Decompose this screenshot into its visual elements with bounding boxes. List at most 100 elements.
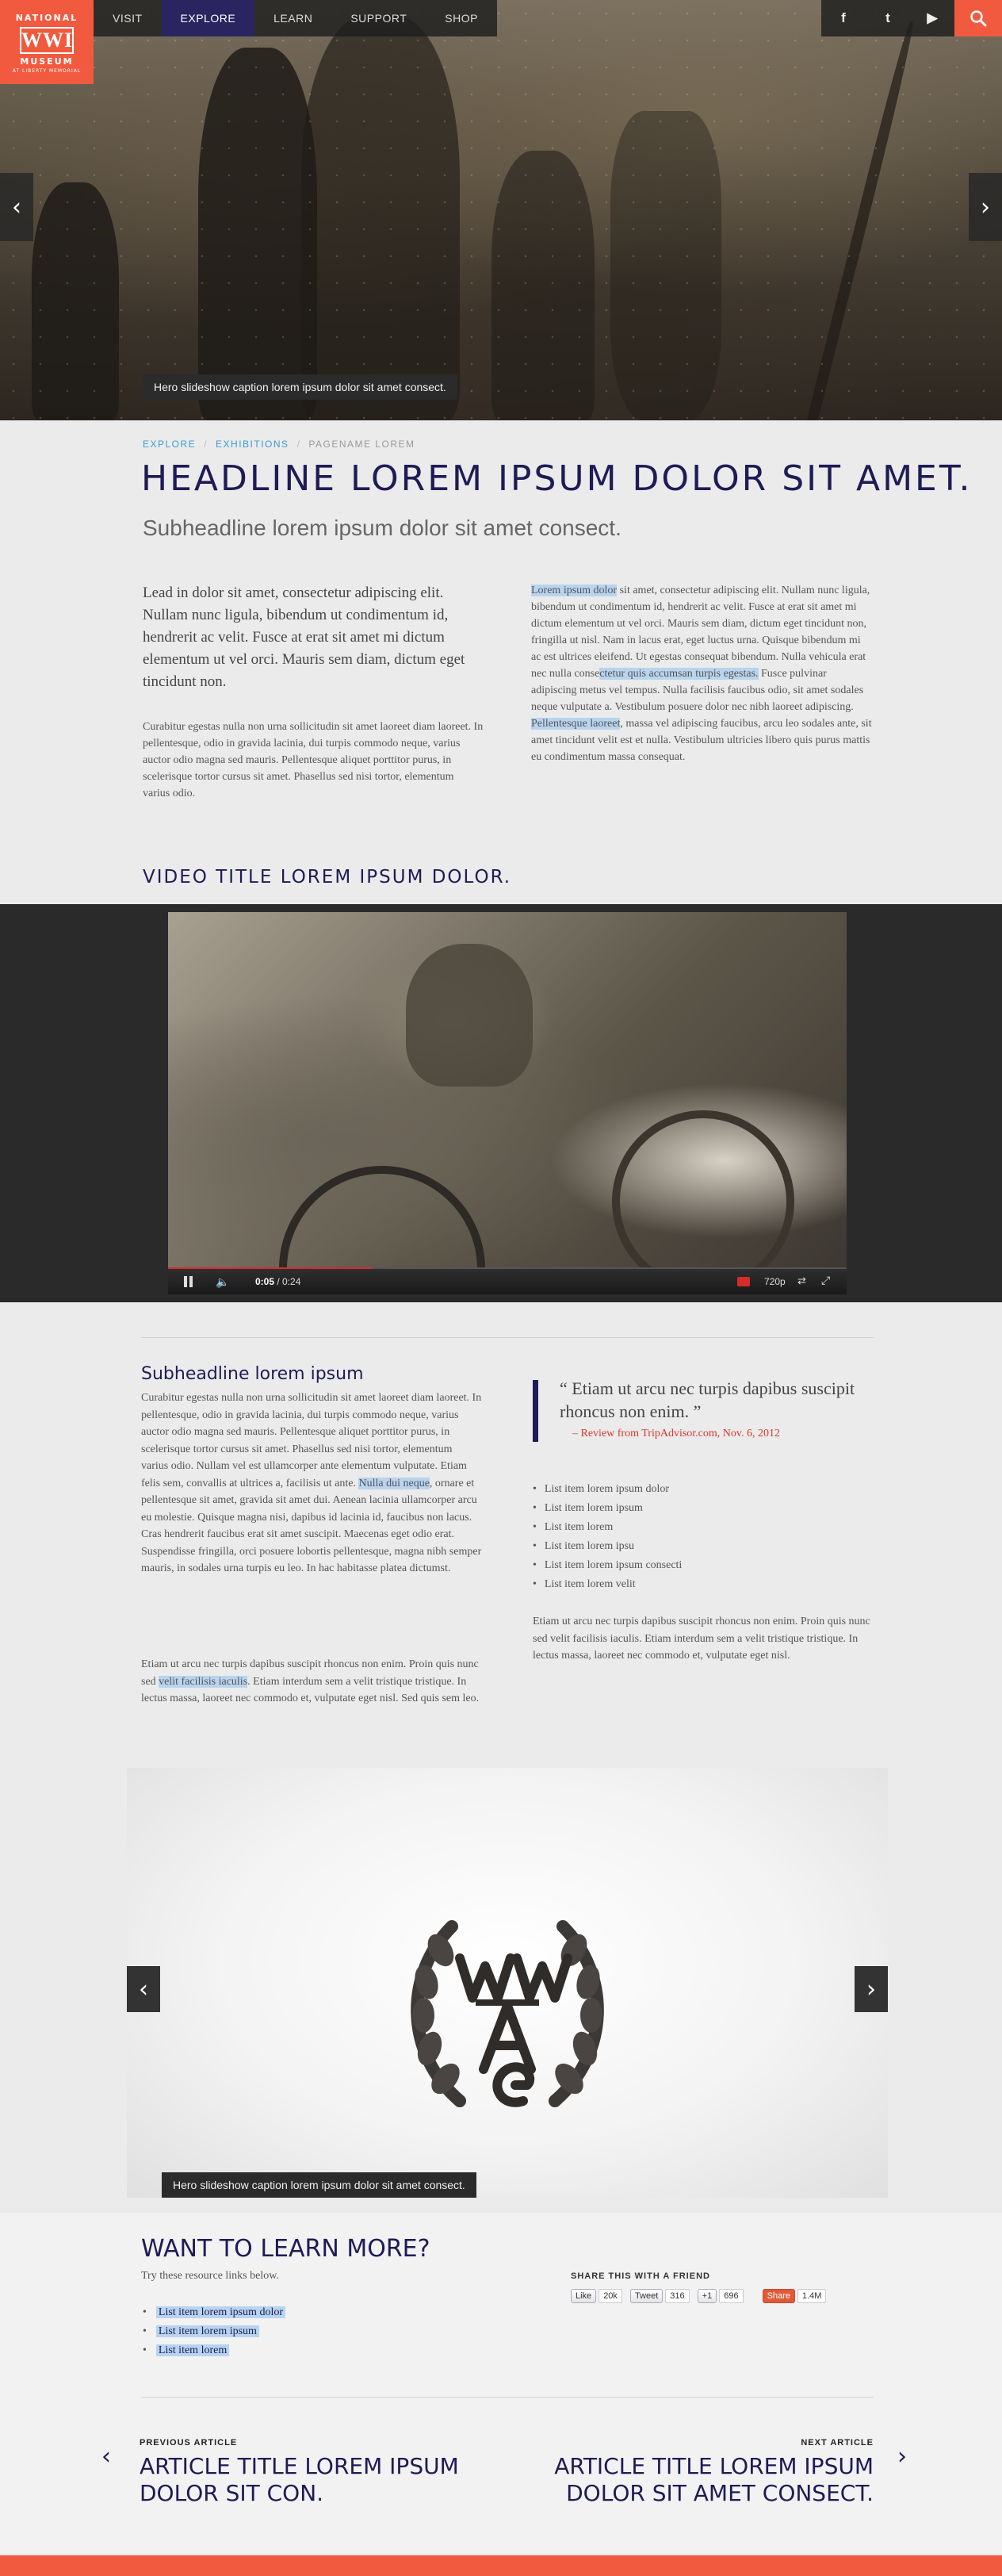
- share-button[interactable]: Share: [762, 2289, 795, 2303]
- next-article-label: NEXT ARTICLE: [801, 2438, 874, 2448]
- nav-item-explore[interactable]: EXPLORE: [161, 0, 255, 36]
- chevron-left-icon: ‹: [12, 193, 21, 221]
- breadcrumb-current: PAGENAME LOREM: [308, 439, 415, 450]
- fullscreen-icon[interactable]: ⤢: [821, 1274, 830, 1287]
- tweet-count: 316: [665, 2289, 690, 2303]
- logo-line: WWI: [20, 27, 74, 54]
- divider: [141, 2397, 874, 2398]
- gallery-next-button[interactable]: ›: [855, 1966, 888, 2012]
- twitter-tweet: Tweet 316: [629, 2289, 690, 2303]
- tweet-button[interactable]: Tweet: [629, 2289, 664, 2303]
- share-count: 1.4M: [797, 2289, 827, 2303]
- logo-line: NATIONAL: [15, 13, 78, 23]
- learn-more-title: WANT TO LEARN MORE?: [141, 2235, 430, 2263]
- previous-article-link[interactable]: ARTICLE TITLE LOREM IPSUM DOLOR SIT CON.: [140, 2453, 472, 2507]
- share-widget: Share 1.4M: [762, 2289, 827, 2303]
- breadcrumb-separator: /: [204, 439, 208, 450]
- nav-item-support[interactable]: SUPPORT: [331, 0, 426, 36]
- volume-icon[interactable]: 🔈: [216, 1275, 229, 1289]
- text-run: sit amet, consectetur adipiscing elit. N…: [531, 585, 870, 680]
- gallery-caption: Hero slideshow caption lorem ipsum dolor…: [162, 2172, 476, 2198]
- chevron-left-icon: ‹: [139, 1975, 148, 2003]
- share-icon[interactable]: ⇄: [797, 1275, 806, 1287]
- share-bar: Like 20k Tweet 316 +1 696 Share 1.4M: [571, 2289, 827, 2303]
- hero-overlay: [0, 0, 1002, 420]
- body-paragraph: Curabitur egestas nulla non urna sollici…: [143, 721, 484, 799]
- video-controls: 🔈 0:05 / 0:24 720p ⇄ ⤢: [168, 1269, 847, 1294]
- image-gallery: ‹ › Hero slideshow caption lorem ipsum d…: [127, 1768, 888, 2198]
- text-run: Curabitur egestas nulla non urna sollici…: [141, 1392, 482, 1489]
- list-item: List item lorem ipsum consecti: [533, 1556, 866, 1575]
- youtube-icon[interactable]: ▶: [910, 0, 954, 36]
- video-current-time: 0:05: [255, 1276, 275, 1287]
- body-paragraph: Lorem ipsum dolor sit amet, consectetur …: [531, 582, 872, 765]
- text-highlight: Nulla dui neque: [358, 1477, 430, 1489]
- section-subheadline: Subheadline lorem ipsum: [141, 1364, 364, 1384]
- text-run: , ornare et pellentesque sit amet, gravi…: [141, 1477, 482, 1575]
- body-paragraph: Curabitur egestas nulla non urna sollici…: [141, 1390, 482, 1577]
- list-item: List item lorem ipsu: [533, 1537, 866, 1556]
- video-player[interactable]: [168, 912, 847, 1294]
- pause-bar: [184, 1276, 187, 1287]
- nav-item-visit[interactable]: VISIT: [94, 0, 162, 36]
- text-highlight: Lorem ipsum dolor: [531, 585, 618, 596]
- plus-one-button[interactable]: +1: [697, 2289, 717, 2303]
- list-item: List item lorem: [143, 2341, 285, 2360]
- page-title: HEADLINE LOREM IPSUM DOLOR SIT AMET.: [141, 458, 973, 499]
- video-duration: 0:24: [282, 1276, 301, 1287]
- bullet-list: List item lorem ipsum dolor List item lo…: [533, 1480, 866, 1594]
- pull-quote: “ Etiam ut arcu nec turpis dapibus susci…: [560, 1378, 855, 1421]
- quote-source[interactable]: – Review from TripAdvisor.com, Nov. 6, 2…: [572, 1428, 780, 1440]
- list-item: List item lorem ipsum: [143, 2322, 285, 2341]
- nav-item-shop[interactable]: SHOP: [426, 0, 497, 36]
- text-highlight: velit facilisis iaculis: [159, 1675, 248, 1688]
- hero-slideshow: NATIONAL WWI MUSEUM AT LIBERTY MEMORIAL …: [0, 0, 1002, 420]
- twitter-icon[interactable]: t: [866, 0, 910, 36]
- pause-bar: [189, 1276, 193, 1287]
- body-paragraph: Etiam ut arcu nec turpis dapibus suscipi…: [533, 1616, 870, 1662]
- footer-bar: [0, 2555, 1002, 2576]
- divider: [141, 1337, 874, 1338]
- learn-more-subtitle: Try these resource links below.: [141, 2270, 279, 2282]
- quality-button[interactable]: 720p: [764, 1276, 786, 1287]
- text-highlight: ctetur quis accumsan turpis egestas.: [599, 668, 759, 680]
- social-links: f t ▶: [821, 0, 954, 36]
- video-time: 0:05 / 0:24: [255, 1276, 301, 1287]
- like-button[interactable]: Like: [571, 2289, 597, 2303]
- museum-logo[interactable]: NATIONAL WWI MUSEUM AT LIBERTY MEMORIAL: [0, 0, 94, 84]
- chevron-right-icon: ›: [981, 193, 990, 221]
- search-icon: [970, 10, 987, 27]
- search-button[interactable]: [954, 0, 1002, 36]
- resource-link[interactable]: List item lorem ipsum dolor: [155, 2306, 286, 2318]
- facebook-like: Like 20k: [571, 2289, 622, 2303]
- chevron-right-icon[interactable]: ›: [897, 2443, 907, 2471]
- video-title: VIDEO TITLE LOREM IPSUM DOLOR.: [143, 867, 512, 887]
- list-item: List item lorem ipsum dolor: [143, 2303, 286, 2322]
- video-frame-detail: [612, 1110, 794, 1293]
- resource-link[interactable]: List item lorem: [155, 2344, 230, 2356]
- plus-one-count: 696: [719, 2289, 744, 2303]
- hero-prev-button[interactable]: ‹: [0, 173, 33, 241]
- list-item: List item lorem ipsum: [533, 1499, 866, 1518]
- body-paragraph: Etiam ut arcu nec turpis dapibus suscipi…: [141, 1656, 482, 1708]
- breadcrumb-separator: /: [296, 439, 301, 450]
- breadcrumb-link[interactable]: EXPLORE: [143, 439, 196, 450]
- hero-next-button[interactable]: ›: [969, 173, 1002, 241]
- captions-icon[interactable]: [737, 1277, 750, 1286]
- previous-article-label: PREVIOUS ARTICLE: [140, 2438, 238, 2448]
- breadcrumb-link[interactable]: EXHIBITIONS: [216, 439, 289, 450]
- nav-item-learn[interactable]: LEARN: [254, 0, 331, 36]
- list-item: List item lorem velit: [533, 1575, 866, 1594]
- chevron-left-icon[interactable]: ‹: [101, 2443, 111, 2471]
- page-subtitle: Subheadline lorem ipsum dolor sit amet c…: [143, 516, 621, 540]
- list-item: List item lorem: [533, 1518, 866, 1537]
- google-plus: +1 696: [697, 2289, 744, 2303]
- like-count: 20k: [599, 2289, 622, 2303]
- lead-paragraph: Lead in dolor sit amet, consectetur adip…: [143, 585, 465, 690]
- gallery-prev-button[interactable]: ‹: [127, 1966, 160, 2012]
- pause-icon[interactable]: [184, 1276, 195, 1287]
- resource-link[interactable]: List item lorem ipsum: [155, 2325, 259, 2337]
- facebook-icon[interactable]: f: [821, 0, 866, 36]
- quote-bar: [533, 1380, 538, 1442]
- next-article-link[interactable]: ARTICLE TITLE LOREM IPSUM DOLOR SIT AMET…: [533, 2453, 874, 2507]
